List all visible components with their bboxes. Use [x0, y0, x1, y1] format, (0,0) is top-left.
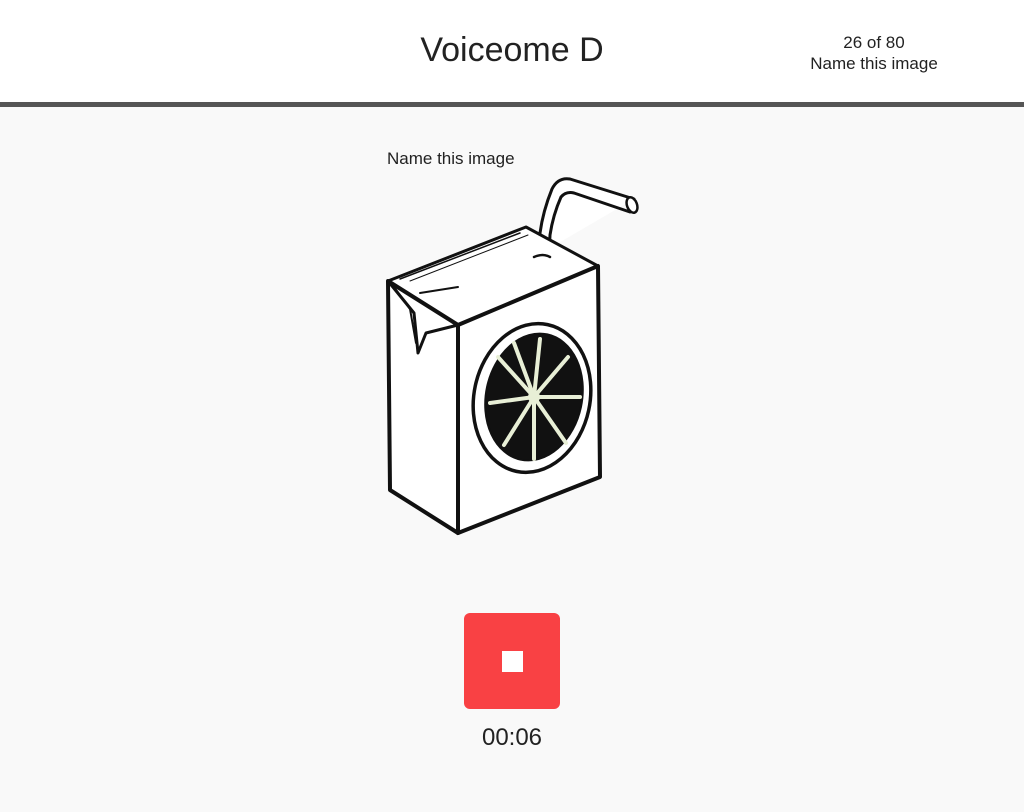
recording-timer: 00:06 [481, 724, 543, 751]
header: Voiceome D 26 of 80 Name this image [0, 0, 1024, 107]
stop-recording-button[interactable] [464, 613, 560, 709]
stop-icon [502, 651, 523, 672]
progress-count: 26 of 80 [843, 33, 905, 52]
task-progress: 26 of 80 Name this image [794, 32, 954, 74]
task-label: Name this image [810, 54, 938, 73]
juice-box-image [386, 177, 639, 535]
